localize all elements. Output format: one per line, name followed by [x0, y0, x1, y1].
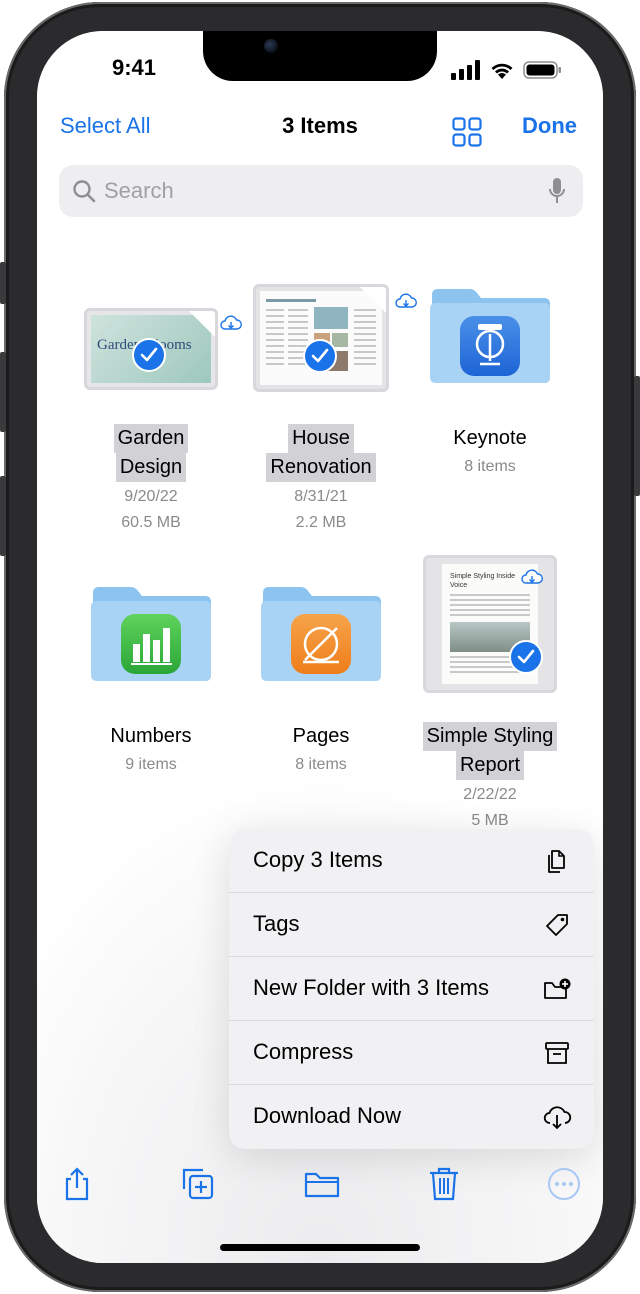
menu-item-compress[interactable]: Compress: [229, 1021, 594, 1085]
battery-icon: [523, 61, 561, 79]
status-time: 9:41: [111, 55, 157, 80]
doc-lines: [354, 309, 376, 369]
search-input[interactable]: Search: [104, 178, 174, 204]
context-menu: Copy 3 Items Tags New Folder with 3 Item…: [229, 829, 594, 1149]
share-icon[interactable]: [59, 1166, 95, 1202]
folder-name: Pages: [236, 722, 406, 751]
folder-count: 8 items: [464, 458, 516, 475]
file-name-line-2: Renovation: [266, 453, 376, 482]
thumbnail-text: Simple Styling Inside Voice: [450, 573, 515, 589]
search-icon: [73, 180, 96, 203]
notch: [203, 31, 437, 81]
numbers-icon: [121, 614, 181, 674]
menu-item-label: Tags: [253, 911, 300, 936]
folder-name: Keynote: [405, 424, 575, 453]
folder-name-text: Numbers: [110, 725, 192, 747]
doc-lines: [266, 309, 284, 369]
thumbnail-frame: [253, 284, 389, 392]
tag-icon: [546, 914, 568, 936]
menu-item-label: Copy 3 Items: [253, 847, 383, 872]
more-icon[interactable]: [546, 1166, 582, 1202]
menu-item-new-folder[interactable]: New Folder with 3 Items: [229, 957, 594, 1021]
file-size: 2.2 MB: [295, 514, 347, 531]
wifi-icon: [491, 63, 513, 79]
volume-up-button: [0, 352, 6, 432]
folder-count: 8 items: [295, 756, 347, 773]
done-button[interactable]: Done: [522, 113, 577, 139]
menu-item-label: New Folder with 3 Items: [253, 975, 489, 1000]
selected-check-icon: [132, 338, 166, 372]
folder-name-text: Pages: [292, 725, 350, 747]
search-bar[interactable]: Search: [59, 165, 583, 217]
power-button: [634, 376, 640, 496]
file-name: Simple Styling Report: [395, 722, 585, 780]
cloud-download-icon: [543, 1106, 572, 1130]
file-size: 60.5 MB: [121, 514, 181, 531]
doc-heading: [266, 299, 316, 302]
file-name: Garden Design: [66, 424, 236, 482]
file-name: House Renovation: [236, 424, 406, 482]
keynote-icon: [460, 316, 520, 376]
menu-item-tags[interactable]: Tags: [229, 893, 594, 957]
doc-photo: [314, 307, 348, 329]
select-all-button[interactable]: Select All: [60, 113, 151, 139]
screen: 9:41 Select All 3 Items Done Search Gard…: [37, 31, 603, 1263]
menu-item-label: Compress: [253, 1039, 354, 1064]
trash-icon[interactable]: [426, 1166, 462, 1202]
menu-item-label: Download Now: [253, 1103, 401, 1128]
file-name-line-1: Garden: [113, 424, 189, 453]
duplicate-icon[interactable]: [180, 1166, 216, 1202]
selected-check-icon: [303, 339, 337, 373]
cloud-icon: [395, 293, 417, 308]
move-folder-icon[interactable]: [304, 1166, 340, 1202]
page-title: 3 Items: [282, 113, 358, 138]
page-corner: [360, 287, 386, 313]
mute-switch: [0, 262, 6, 304]
file-date: 2/22/22: [463, 786, 517, 803]
cloud-icon: [521, 569, 543, 584]
menu-item-download[interactable]: Download Now: [229, 1085, 594, 1149]
grid-view-icon[interactable]: [452, 117, 482, 147]
folder-count: 9 items: [125, 756, 177, 773]
file-name-line-1: House: [288, 424, 354, 453]
archive-icon: [545, 1042, 569, 1064]
pages-icon: [291, 614, 351, 674]
page-corner: [189, 311, 215, 337]
file-name-line-2: Design: [115, 453, 187, 482]
cellular-signal-icon: [451, 60, 480, 80]
file-name-line-1: Simple Styling: [422, 722, 558, 751]
folder-name-text: Keynote: [453, 427, 527, 449]
doc-lines: [450, 594, 530, 618]
volume-down-button: [0, 476, 6, 556]
status-icons: [451, 59, 563, 81]
selected-check-icon: [509, 640, 543, 674]
front-camera: [264, 39, 278, 53]
file-thumbnail: [236, 284, 417, 396]
file-thumbnail: Garden Blooms: [66, 308, 242, 393]
file-date: 8/31/21: [294, 488, 348, 505]
microphone-icon[interactable]: [548, 177, 566, 205]
menu-item-copy[interactable]: Copy 3 Items: [229, 829, 594, 893]
copy-icon: [548, 850, 565, 873]
file-date: 9/20/22: [124, 488, 178, 505]
folder-name: Numbers: [66, 722, 236, 751]
home-indicator[interactable]: [220, 1244, 420, 1251]
file-thumbnail: Simple Styling Inside Voice: [405, 555, 575, 695]
file-name-line-2: Report: [455, 751, 525, 780]
folder-add-icon: [544, 978, 571, 999]
